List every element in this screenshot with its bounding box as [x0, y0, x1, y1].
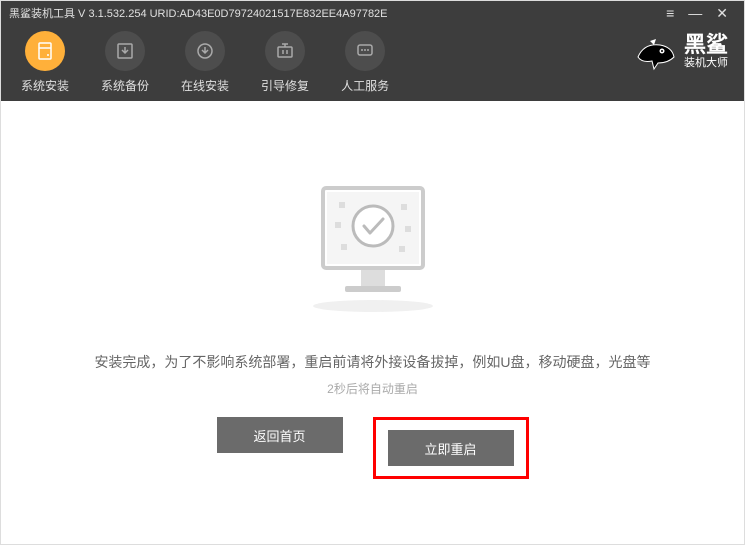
- minimize-button[interactable]: —: [688, 6, 702, 20]
- close-button[interactable]: ✕: [716, 6, 728, 20]
- shark-logo-icon: [630, 29, 678, 77]
- nav-label: 在线安装: [181, 77, 229, 94]
- brand-text: 黑鲨 装机大师: [684, 34, 728, 71]
- nav-item-system-backup[interactable]: 系统备份: [101, 31, 149, 94]
- support-icon: [345, 31, 385, 71]
- backup-icon: [105, 31, 145, 71]
- titlebar: 黑鲨装机工具 V 3.1.532.254 URID:AD43E0D7972402…: [1, 1, 744, 25]
- countdown-message: 2秒后将自动重启: [327, 380, 418, 397]
- header: 黑鲨装机工具 V 3.1.532.254 URID:AD43E0D7972402…: [1, 1, 744, 101]
- menu-button[interactable]: ≡: [666, 6, 674, 20]
- nav-label: 系统备份: [101, 77, 149, 94]
- button-row: 返回首页 立即重启: [217, 417, 529, 479]
- online-install-icon: [185, 31, 225, 71]
- completion-message: 安装完成，为了不影响系统部署，重启前请将外接设备拔掉，例如U盘，移动硬盘，光盘等: [94, 352, 650, 372]
- highlight-box: 立即重启: [373, 417, 529, 479]
- restart-now-button[interactable]: 立即重启: [388, 430, 514, 466]
- nav-label: 人工服务: [341, 77, 389, 94]
- app-window: 黑鲨装机工具 V 3.1.532.254 URID:AD43E0D7972402…: [0, 0, 745, 545]
- nav-item-online-install[interactable]: 在线安装: [181, 31, 229, 94]
- brand-logo-area: 黑鲨 装机大师: [630, 29, 728, 77]
- brand-main: 黑鲨: [684, 34, 728, 56]
- install-icon: [25, 31, 65, 71]
- nav-label: 系统安装: [21, 77, 69, 94]
- titlebar-text: 黑鲨装机工具 V 3.1.532.254 URID:AD43E0D7972402…: [9, 5, 666, 21]
- nav-item-system-install[interactable]: 系统安装: [21, 31, 69, 94]
- nav-item-boot-repair[interactable]: 引导修复: [261, 31, 309, 94]
- brand-sub: 装机大师: [684, 56, 728, 71]
- window-controls: ≡ — ✕: [666, 6, 736, 20]
- content-area: 安装完成，为了不影响系统部署，重启前请将外接设备拔掉，例如U盘，移动硬盘，光盘等…: [1, 101, 744, 546]
- back-home-button[interactable]: 返回首页: [217, 417, 343, 453]
- nav-item-support[interactable]: 人工服务: [341, 31, 389, 94]
- monitor-success-icon: [293, 178, 453, 318]
- nav-label: 引导修复: [261, 77, 309, 94]
- boot-repair-icon: [265, 31, 305, 71]
